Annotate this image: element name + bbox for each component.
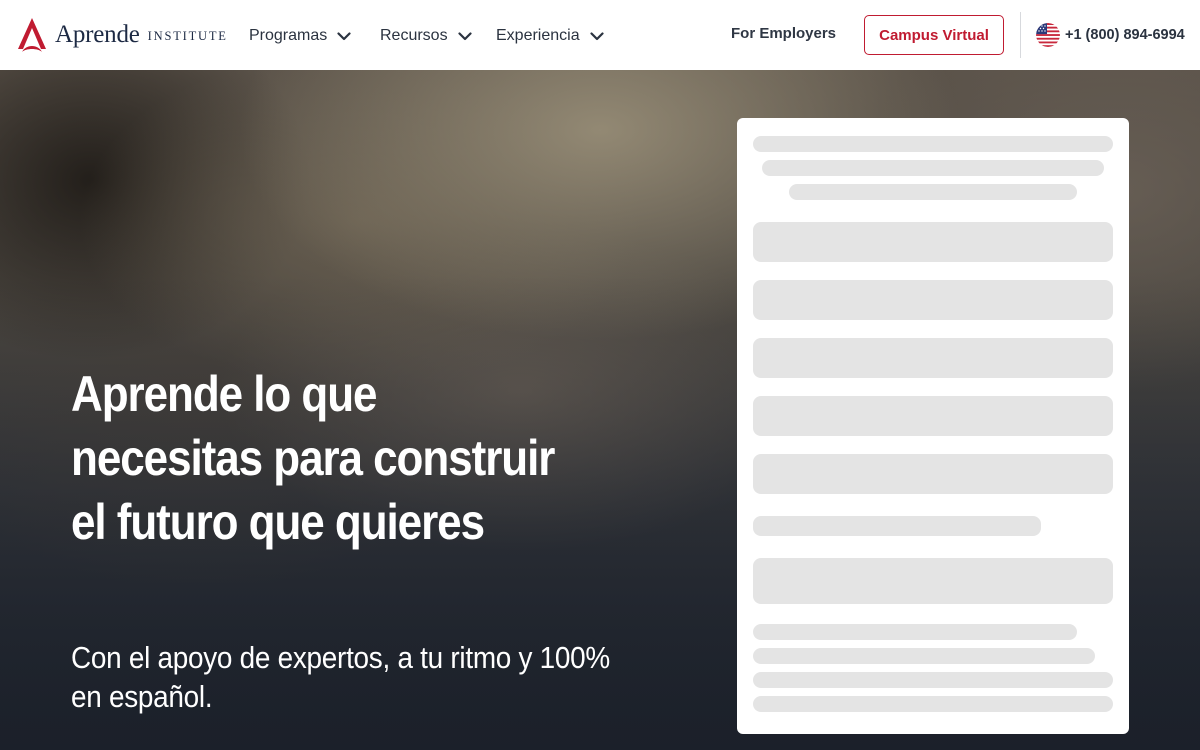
skeleton-heading-line: [753, 136, 1113, 152]
top-navbar: Aprende INSTITUTE Programas Recursos Exp…: [0, 0, 1200, 70]
skeleton-disclaimer-line: [753, 648, 1095, 664]
skeleton-input-field[interactable]: [753, 280, 1113, 320]
nav-item-label: Experiencia: [496, 27, 580, 44]
chevron-down-icon: [337, 31, 351, 40]
aprende-logo[interactable]: Aprende INSTITUTE: [16, 18, 228, 52]
us-flag-icon: [1036, 23, 1060, 47]
hero-subtitle: Con el apoyo de expertos, a tu ritmo y 1…: [71, 640, 610, 714]
skeleton-input-field[interactable]: [753, 338, 1113, 378]
skeleton-heading-line: [762, 160, 1104, 176]
skeleton-disclaimer-line: [753, 696, 1113, 712]
nav-item-label: Programas: [249, 27, 328, 44]
hero-title: Aprende lo que necesitas para construir …: [71, 366, 555, 550]
skeleton-text-line: [753, 516, 1041, 536]
nav-divider: [1020, 12, 1021, 58]
skeleton-input-field[interactable]: [753, 222, 1113, 262]
skeleton-input-field[interactable]: [753, 454, 1113, 494]
campus-virtual-button[interactable]: Campus Virtual: [864, 15, 1004, 55]
for-employers-link[interactable]: For Employers: [731, 25, 836, 42]
chevron-down-icon: [457, 31, 472, 40]
phone-link[interactable]: +1 (800) 894-6994: [1036, 22, 1185, 48]
skeleton-input-field[interactable]: [753, 396, 1113, 436]
nav-item-programas[interactable]: Programas: [249, 24, 351, 48]
nav-item-experiencia[interactable]: Experiencia: [496, 24, 604, 48]
skeleton-disclaimer-line: [753, 672, 1113, 688]
phone-number: +1 (800) 894-6994: [1065, 27, 1185, 43]
hero-section: Aprende lo que necesitas para construir …: [0, 70, 1200, 750]
aprende-a-logo-icon: [18, 18, 46, 52]
skeleton-disclaimer-line: [753, 624, 1077, 640]
nav-item-recursos[interactable]: Recursos: [380, 24, 472, 48]
logo-wordmark: Aprende: [55, 21, 140, 48]
chevron-down-icon: [590, 31, 604, 40]
logo-subtitle: INSTITUTE: [147, 29, 228, 43]
skeleton-heading-line: [789, 184, 1077, 200]
skeleton-submit-button[interactable]: [753, 558, 1113, 604]
lead-form-card: [737, 118, 1129, 734]
nav-item-label: Recursos: [380, 27, 448, 44]
